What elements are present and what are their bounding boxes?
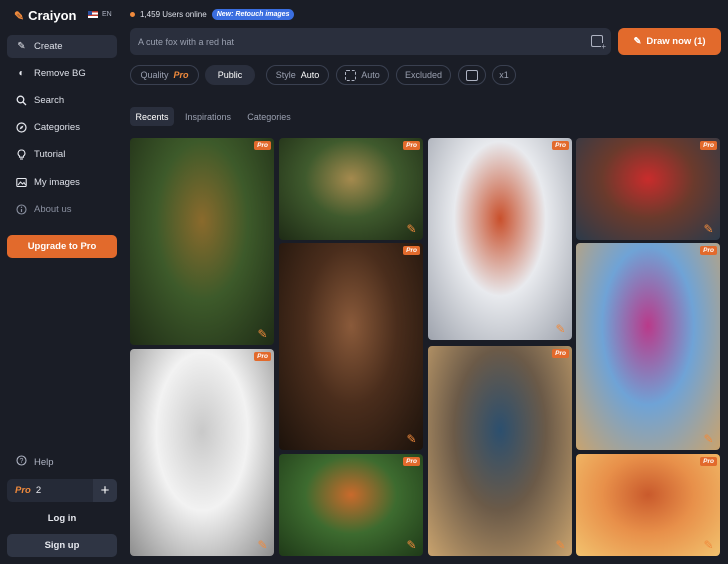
style-selector[interactable]: Style Auto — [266, 65, 329, 85]
online-dot-icon — [130, 12, 135, 17]
draw-now-button[interactable]: ✎ Draw now (1) — [618, 28, 721, 55]
add-image-icon[interactable] — [591, 35, 606, 51]
pencil-icon: ✎ — [17, 41, 26, 52]
lightbulb-icon — [16, 149, 27, 160]
tile-dancer-street[interactable]: Pro ✎ — [576, 243, 720, 450]
svg-text:?: ? — [20, 458, 24, 465]
half-circle-icon: ◐ — [18, 68, 25, 79]
edit-pencil-icon[interactable]: ✎ — [702, 223, 715, 236]
prompt-bar — [130, 28, 611, 55]
visibility-toggle[interactable]: Public — [205, 65, 255, 85]
sidebar-item-label: Create — [34, 41, 63, 52]
image-icon — [16, 177, 27, 188]
search-icon — [16, 95, 27, 106]
signup-button[interactable]: Sign up — [7, 534, 117, 557]
online-count: 1,459 Users online — [140, 10, 207, 19]
image-prompt-button[interactable] — [458, 65, 486, 85]
edit-pencil-icon[interactable]: ✎ — [256, 539, 269, 552]
quality-value: Pro — [173, 70, 189, 80]
pencil-logo-icon: ✎ — [14, 8, 25, 23]
image-count-selector[interactable]: x1 — [492, 65, 516, 85]
compass-icon — [16, 122, 27, 133]
tab-recents[interactable]: Recents — [130, 107, 174, 126]
sidebar-item-about-us[interactable]: About us — [7, 198, 117, 221]
excluded-label: Excluded — [404, 70, 443, 80]
sidebar-item-label: Categories — [34, 122, 80, 133]
edit-pencil-icon[interactable]: ✎ — [554, 539, 567, 552]
add-image-icon — [466, 69, 478, 81]
edit-pencil-icon[interactable]: ✎ — [256, 328, 269, 341]
pencil-icon: ✎ — [633, 36, 642, 47]
pro-credits: Pro 2 + — [7, 479, 117, 502]
login-button[interactable]: Log in — [7, 508, 117, 528]
brand-name: Craiyon — [28, 8, 77, 23]
edit-pencil-icon[interactable]: ✎ — [405, 539, 418, 552]
craiyon-logo[interactable]: ✎ Craiyon — [14, 8, 76, 23]
pro-badge: Pro — [403, 457, 420, 466]
pro-badge: Pro — [552, 141, 569, 150]
edit-pencil-icon[interactable]: ✎ — [405, 433, 418, 446]
tile-wizard-face[interactable]: Pro ✎ — [279, 138, 423, 240]
aspect-ratio-value: Auto — [361, 70, 380, 80]
sidebar: ✎ Craiyon EN ✎ Create ◐ Remove BG Search… — [0, 0, 123, 564]
tile-dragon-sombrero[interactable]: Pro ✎ — [576, 454, 720, 556]
help-label: Help — [34, 456, 54, 468]
pro-badge: Pro — [254, 141, 271, 150]
draw-now-label: Draw now (1) — [646, 36, 706, 47]
visibility-value: Public — [217, 70, 243, 80]
language-label: EN — [102, 11, 112, 18]
sidebar-item-remove-bg[interactable]: ◐ Remove BG — [7, 62, 117, 85]
edit-pencil-icon[interactable]: ✎ — [554, 323, 567, 336]
pro-badge: Pro — [403, 141, 420, 150]
pro-badge: Pro — [700, 141, 717, 150]
tile-bearded-man[interactable]: Pro ✎ — [279, 243, 423, 450]
online-status: 1,459 Users online New: Retouch images — [130, 9, 295, 20]
tile-santa-desk[interactable]: Pro ✎ — [576, 138, 720, 240]
tab-inspirations[interactable]: Inspirations — [180, 107, 236, 126]
pro-badge: Pro — [403, 246, 420, 255]
pro-badge: Pro — [552, 349, 569, 358]
edit-pencil-icon[interactable]: ✎ — [702, 539, 715, 552]
upgrade-to-pro-button[interactable]: Upgrade to Pro — [7, 235, 117, 258]
language-selector[interactable]: EN — [88, 11, 112, 18]
us-flag-icon — [88, 11, 98, 18]
sidebar-item-label: Remove BG — [34, 68, 86, 79]
sidebar-item-label: Tutorial — [34, 149, 66, 160]
pro-badge: Pro — [254, 352, 271, 361]
edit-pencil-icon[interactable]: ✎ — [405, 223, 418, 236]
style-value: Auto — [300, 70, 320, 80]
sidebar-item-tutorial[interactable]: Tutorial — [7, 143, 117, 166]
tile-coloring-sleigh[interactable]: Pro ✎ — [130, 349, 274, 556]
tile-warrior-jungle[interactable]: Pro ✎ — [130, 138, 274, 345]
sidebar-item-label: My images — [34, 177, 80, 188]
quality-label: Quality — [140, 70, 169, 80]
aspect-ratio-selector[interactable]: Auto — [336, 65, 389, 85]
tile-sausage-napkin[interactable]: Pro ✎ — [428, 138, 572, 340]
image-count-label: x1 — [499, 70, 509, 80]
pro-badge: Pro — [700, 246, 717, 255]
help-icon: ? — [16, 455, 27, 469]
aspect-ratio-icon — [345, 69, 357, 81]
sidebar-item-label: Search — [34, 95, 65, 106]
sidebar-item-create[interactable]: ✎ Create — [7, 35, 117, 58]
sidebar-item-search[interactable]: Search — [7, 89, 117, 112]
info-icon — [16, 204, 27, 215]
prompt-input[interactable] — [138, 36, 578, 47]
quality-selector[interactable]: Quality Pro — [130, 65, 199, 85]
tile-cafe-street[interactable]: Pro ✎ — [428, 346, 572, 556]
sidebar-item-label: About us — [34, 204, 72, 215]
tile-fox-red-hat[interactable]: Pro ✎ — [279, 454, 423, 556]
help-link[interactable]: ? Help — [7, 452, 117, 472]
pro-label: Pro — [15, 485, 31, 496]
style-label: Style — [275, 70, 296, 80]
pro-badge: Pro — [700, 457, 717, 466]
sidebar-item-categories[interactable]: Categories — [7, 116, 117, 139]
excluded-button[interactable]: Excluded — [396, 65, 451, 85]
new-feature-badge[interactable]: New: Retouch images — [211, 9, 295, 20]
sidebar-item-my-images[interactable]: My images — [7, 171, 117, 194]
tab-categories[interactable]: Categories — [243, 107, 295, 126]
add-credits-button[interactable]: + — [93, 479, 117, 502]
edit-pencil-icon[interactable]: ✎ — [702, 433, 715, 446]
pro-count: 2 — [35, 485, 42, 496]
